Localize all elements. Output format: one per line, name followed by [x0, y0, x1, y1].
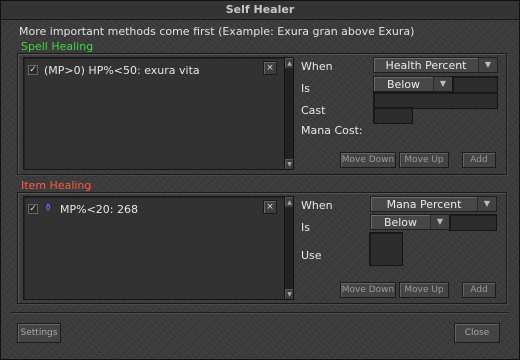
list-item[interactable]: ✓ ⚱ MP%<20: 268: [28, 201, 138, 217]
is-label: Is: [301, 82, 310, 95]
item-use-slot[interactable]: [369, 232, 403, 266]
item-healing-label: Item Healing: [21, 179, 92, 192]
spell-move-up-button[interactable]: Move Up: [399, 152, 449, 168]
window-title[interactable]: Self Healer: [1, 1, 519, 20]
list-item[interactable]: ✓ (MP>0) HP%<50: exura vita: [28, 62, 200, 78]
settings-button[interactable]: Settings: [17, 323, 61, 343]
item-when-value: Mana Percent: [386, 197, 462, 211]
remove-entry-button[interactable]: ×: [263, 200, 277, 214]
item-is-value: Below: [383, 215, 418, 229]
remove-entry-button[interactable]: ×: [263, 61, 277, 75]
info-text: More important methods come first (Examp…: [19, 25, 415, 38]
item-when-select[interactable]: Mana Percent ▼: [370, 196, 497, 212]
spell-healing-label: Spell Healing: [21, 40, 94, 53]
spell-when-select[interactable]: Health Percent ▼: [373, 57, 498, 73]
list-item-text: MP%<20: 268: [60, 202, 138, 216]
spell-mana-cost-input[interactable]: [373, 107, 413, 124]
when-label: When: [301, 199, 333, 212]
item-move-down-button[interactable]: Move Down: [340, 282, 396, 298]
close-button[interactable]: Close: [454, 323, 500, 343]
potion-icon: ⚱: [44, 203, 53, 214]
scroll-up-icon[interactable]: ▲: [285, 58, 293, 68]
spell-is-value: Below: [386, 77, 421, 91]
item-is-select[interactable]: Below ▼: [370, 214, 450, 230]
is-label: Is: [301, 221, 310, 234]
spell-is-select[interactable]: Below ▼: [373, 76, 453, 92]
self-healer-window: Self Healer More important methods come …: [0, 0, 520, 360]
item-list[interactable]: ✓ ⚱ MP%<20: 268 ×: [23, 196, 285, 300]
spell-list-scrollbar[interactable]: ▲ ▼: [284, 57, 294, 170]
chevron-down-icon: ▼: [433, 77, 452, 91]
item-threshold-input[interactable]: [449, 214, 497, 231]
scroll-down-icon[interactable]: ▼: [285, 289, 293, 299]
mana-cost-label: Mana Cost:: [301, 124, 363, 137]
item-move-up-button[interactable]: Move Up: [399, 282, 449, 298]
item-healing-panel: ✓ ⚱ MP%<20: 268 × ▲ ▼ When Mana Percent …: [17, 192, 507, 304]
chevron-down-icon: ▼: [477, 197, 496, 211]
checkbox[interactable]: ✓: [28, 204, 38, 214]
footer-separator: [11, 312, 509, 313]
spell-add-button[interactable]: Add: [462, 152, 496, 168]
use-label: Use: [301, 249, 322, 262]
item-add-button[interactable]: Add: [462, 282, 496, 298]
spell-move-down-button[interactable]: Move Down: [340, 152, 396, 168]
list-item-text: (MP>0) HP%<50: exura vita: [44, 63, 200, 77]
scroll-up-icon[interactable]: ▲: [285, 197, 293, 207]
spell-list[interactable]: ✓ (MP>0) HP%<50: exura vita ×: [23, 57, 285, 170]
item-list-scrollbar[interactable]: ▲ ▼: [284, 196, 294, 300]
checkbox[interactable]: ✓: [28, 65, 38, 75]
chevron-down-icon: ▼: [478, 58, 497, 72]
spell-when-value: Health Percent: [385, 58, 467, 72]
spell-healing-panel: ✓ (MP>0) HP%<50: exura vita × ▲ ▼ When H…: [17, 53, 507, 175]
spell-threshold-input[interactable]: [452, 76, 498, 93]
cast-label: Cast: [301, 104, 326, 117]
scroll-down-icon[interactable]: ▼: [285, 159, 293, 169]
when-label: When: [301, 60, 333, 73]
chevron-down-icon: ▼: [430, 215, 449, 229]
